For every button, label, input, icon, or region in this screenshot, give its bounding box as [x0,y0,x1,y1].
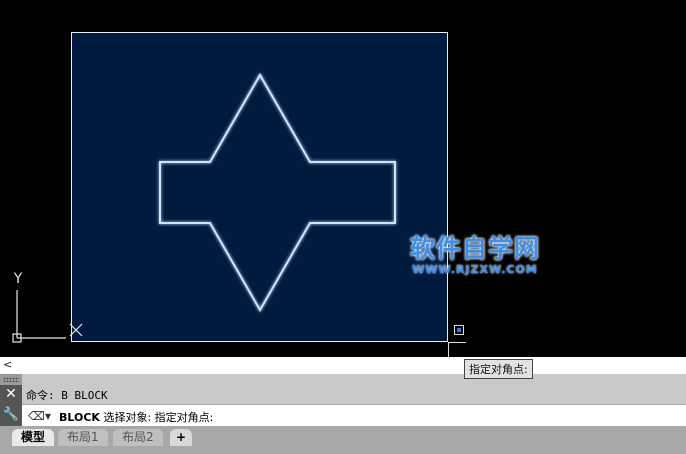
tab-layout1[interactable]: 布局1 [58,429,108,446]
ucs-x-label [69,323,83,337]
horizontal-scrollbar[interactable]: < [0,357,686,374]
command-prompt-icon[interactable]: ⌫▾ [28,409,51,423]
pickbox-grip-icon [454,325,464,335]
ucs-icon [12,290,66,343]
panel-drag-handle[interactable] [0,374,22,385]
star-cross-shape[interactable] [159,72,396,313]
canvas-svg: Y [12,72,396,343]
watermark-title: 软件自学网 [409,234,540,263]
scroll-left-arrow-icon[interactable]: < [3,357,12,372]
drawing-canvas[interactable]: Y 软件自学网 WWW.RJZXW.COM [0,0,686,357]
prompt-tooltip: 指定对角点: [464,359,533,379]
watermark-url: WWW.RJZXW.COM [412,263,538,276]
crosshair-vertical [448,343,449,357]
ucs-y-label: Y [13,271,23,287]
layout-tab-bar: 模型 布局1 布局2 + [0,426,686,454]
close-icon[interactable]: ✕ [0,385,22,404]
command-input-field[interactable]: ⌫▾ BLOCK 选择对象: 指定对角点: [22,404,686,426]
tab-layout2[interactable]: 布局2 [113,429,163,446]
crosshair-horizontal [448,342,466,343]
add-layout-button[interactable]: + [170,429,193,446]
watermark: 软件自学网 WWW.RJZXW.COM [400,234,550,276]
active-command: BLOCK [59,411,100,424]
tab-model[interactable]: 模型 [12,429,55,446]
wrench-icon[interactable]: 🔧 [0,404,22,426]
command-input-text: BLOCK 选择对象: 指定对角点: [59,409,213,425]
command-prompt-text: 选择对象: 指定对角点: [103,411,214,424]
command-history-line: 命令: B BLOCK [26,389,108,402]
command-line-panel: ✕ 命令: B BLOCK 🔧 ⌫▾ BLOCK 选择对象: 指定对角点: [0,374,686,426]
